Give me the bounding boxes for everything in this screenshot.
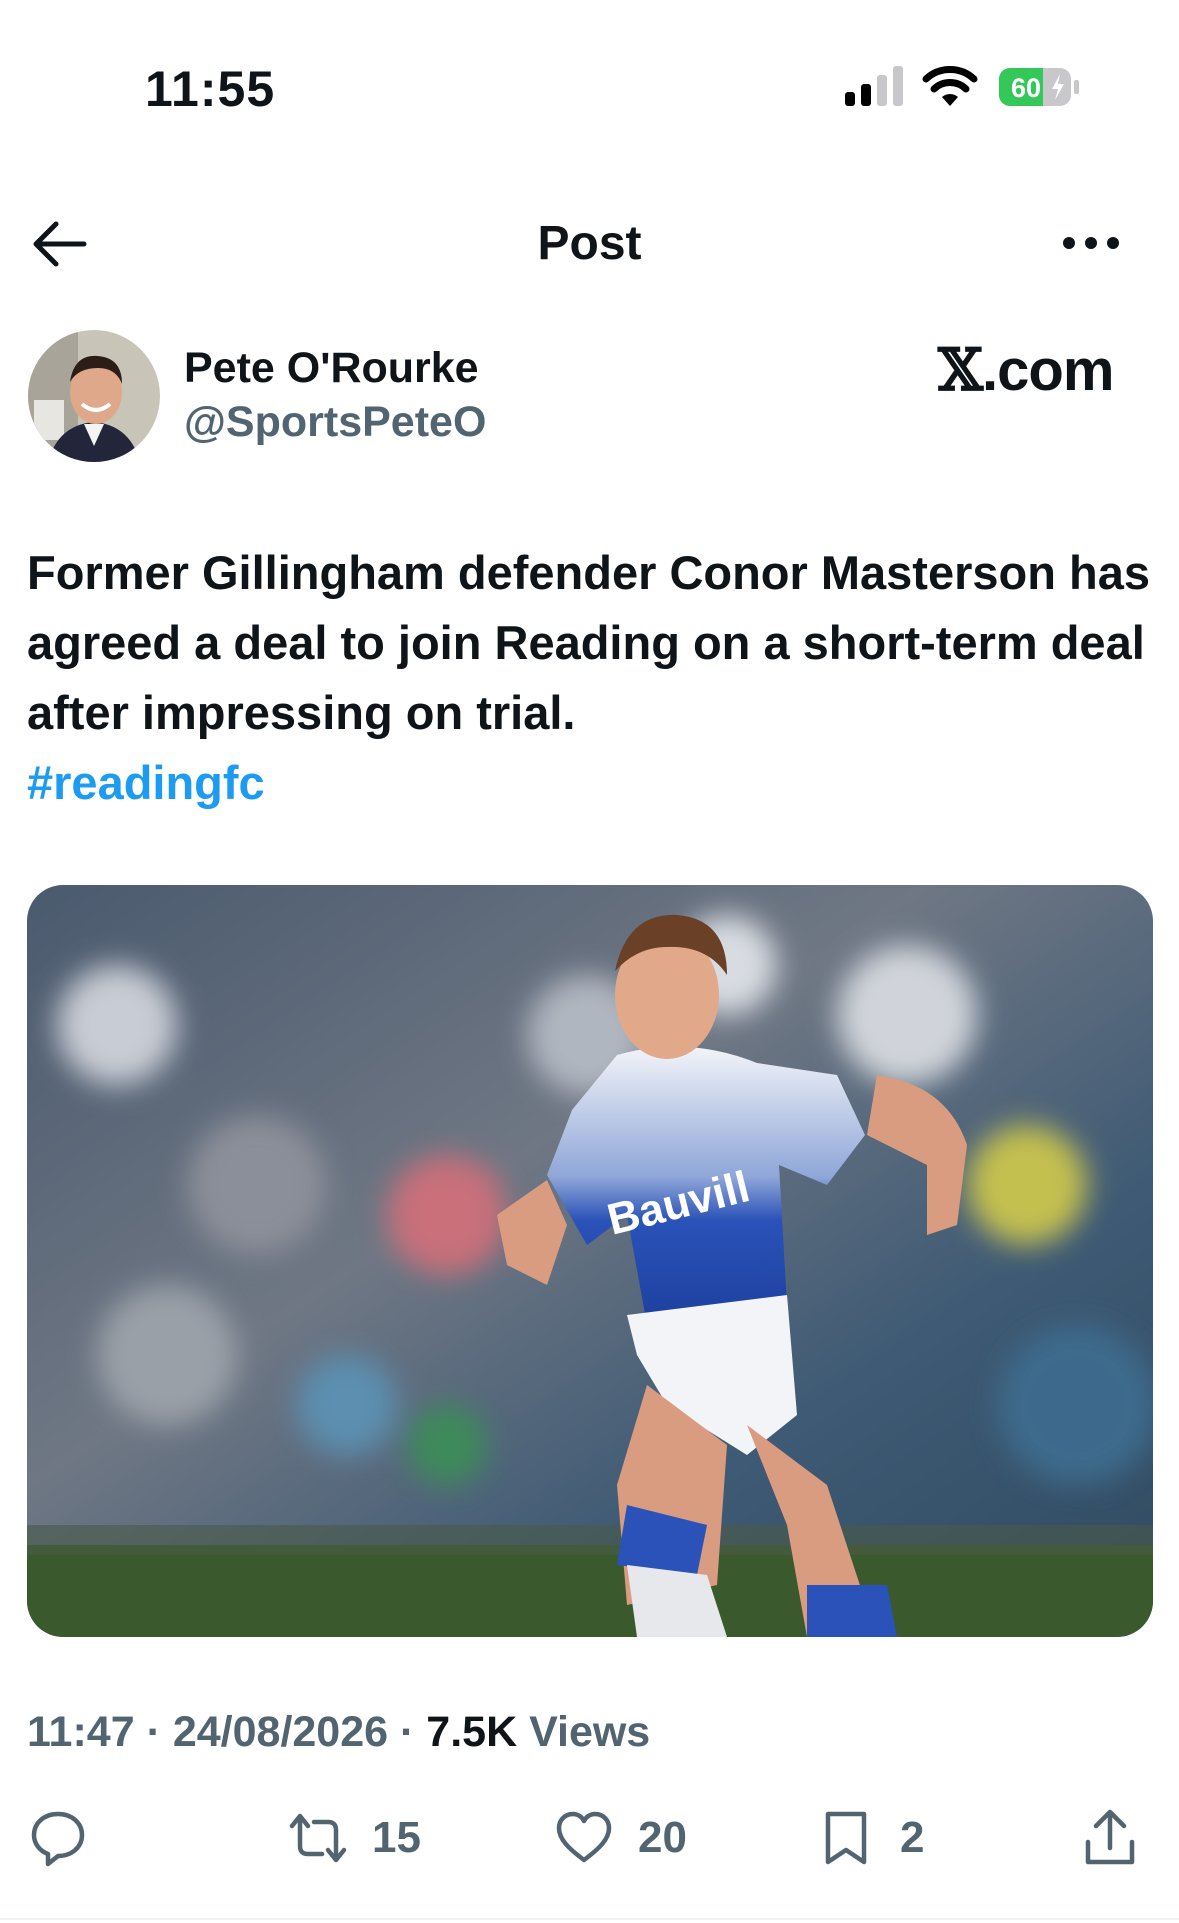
reply-button[interactable] [28, 1808, 88, 1868]
heart-icon [556, 1811, 612, 1863]
repost-count: 15 [372, 1813, 421, 1862]
like-count: 20 [638, 1813, 687, 1862]
author-handle[interactable]: @SportsPeteO [184, 398, 486, 447]
battery-level: 60 [1011, 73, 1041, 103]
post-date: 24/08/2026 [172, 1708, 389, 1756]
share-button[interactable] [1080, 1808, 1140, 1868]
repost-icon [289, 1813, 347, 1863]
status-time: 11:55 [145, 61, 276, 117]
meta-separator: · [146, 1708, 161, 1756]
bookmark-icon [825, 1811, 867, 1865]
like-button[interactable]: 20 [554, 1808, 687, 1868]
bookmark-count: 2 [900, 1813, 925, 1862]
post-meta: 11:47 · 24/08/2026 · 7.5K Views [27, 1708, 650, 1757]
cellular-signal-icon [845, 66, 903, 106]
avatar-photo [28, 330, 160, 462]
battery-charging-icon: 60 [999, 68, 1079, 106]
meta-separator: · [400, 1708, 415, 1756]
views-count: 7.5K [426, 1708, 518, 1756]
hashtag-link[interactable]: #readingfc [27, 748, 265, 818]
football-player-photo: Bauvill [27, 885, 1153, 1637]
avatar[interactable] [28, 330, 160, 462]
author-name[interactable]: Pete O'Rourke [184, 344, 479, 393]
post-time: 11:47 [27, 1708, 135, 1756]
divider [0, 1918, 1179, 1920]
page-title: Post [537, 217, 642, 270]
share-icon [1085, 1809, 1135, 1865]
post-image[interactable]: Bauvill [27, 885, 1153, 1637]
brand-suffix: .com [982, 338, 1114, 403]
post-body: Former Gillingham defender Conor Masters… [27, 546, 1150, 739]
wifi-icon [922, 66, 978, 106]
x-logo-glyph: 𝕏 [938, 336, 983, 404]
repost-button[interactable]: 15 [288, 1808, 421, 1868]
status-bar: 11:55 60 [0, 0, 1179, 150]
reply-icon [31, 1811, 85, 1867]
x-com-logo: 𝕏.com [938, 336, 1114, 404]
views-label[interactable]: Views [529, 1708, 650, 1756]
more-horizontal-icon[interactable] [1060, 225, 1122, 261]
post-text: Former Gillingham defender Conor Masters… [27, 538, 1157, 818]
bookmark-button[interactable]: 2 [816, 1808, 924, 1868]
